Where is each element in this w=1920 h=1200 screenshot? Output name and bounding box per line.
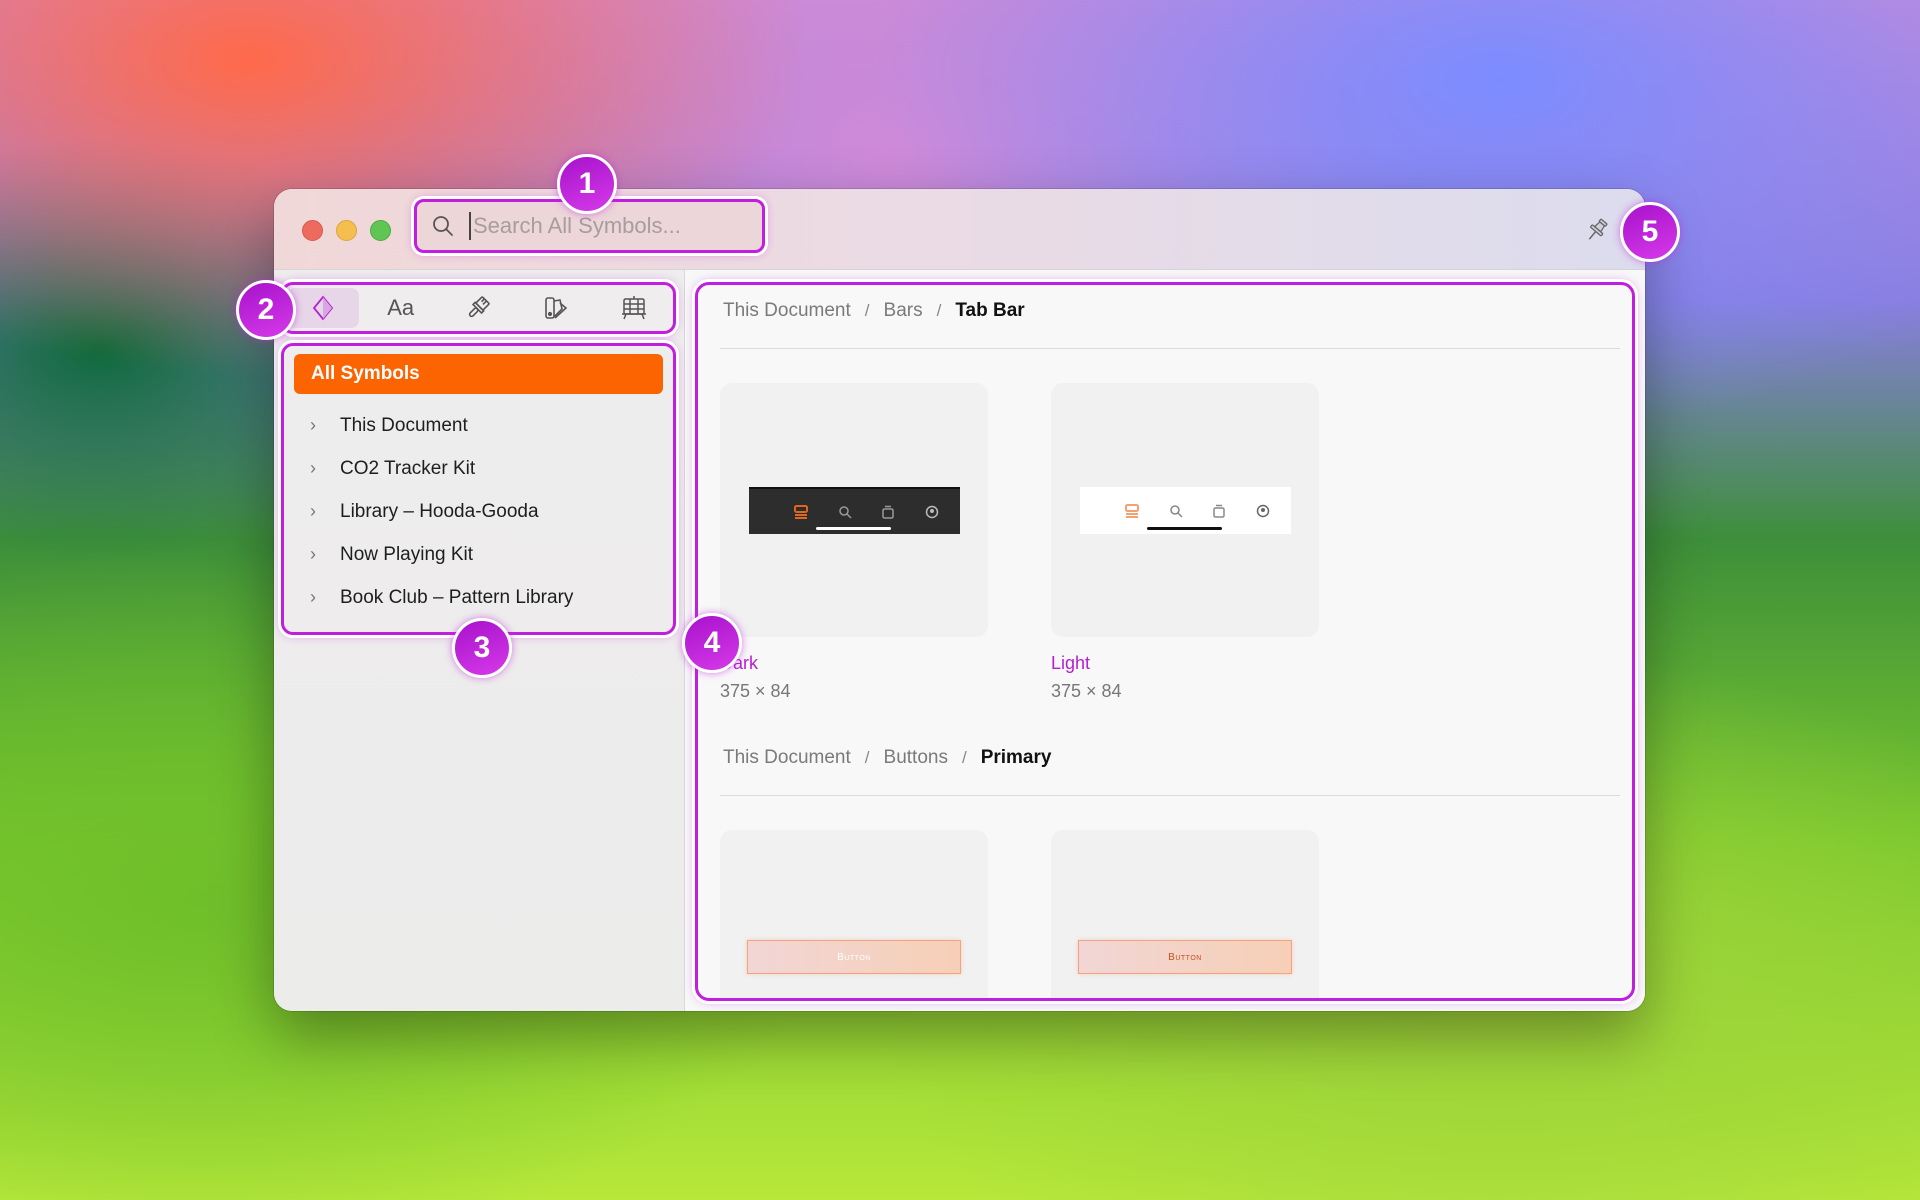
- tab-symbols[interactable]: [286, 288, 359, 328]
- titlebar: [274, 189, 1645, 270]
- library-item-label: Book Club – Pattern Library: [340, 586, 574, 608]
- close-button[interactable]: [302, 220, 323, 241]
- text-styles-icon: Aa: [387, 295, 415, 320]
- symbol-card-primary-button[interactable]: Button: [1051, 830, 1319, 998]
- chevron-right-icon[interactable]: ›: [310, 415, 324, 436]
- library-icon: [793, 504, 808, 519]
- store-icon: [882, 505, 895, 519]
- symbols-content: This Document / Bars / Tab Bar Dark 375 …: [685, 270, 1645, 1011]
- all-symbols-item[interactable]: All Symbols: [294, 354, 663, 394]
- breadcrumb-separator: /: [864, 748, 870, 767]
- search-icon: [1169, 504, 1183, 518]
- chevron-right-icon[interactable]: ›: [310, 501, 324, 522]
- library-icon: [1124, 503, 1139, 518]
- annotation-badge: 2: [236, 280, 296, 340]
- library-item[interactable]: › Library – Hooda-Gooda: [284, 490, 673, 533]
- breadcrumb-item[interactable]: Bars: [884, 300, 923, 322]
- breadcrumb-current: Primary: [980, 747, 1052, 768]
- annotation-badge: 4: [682, 613, 742, 673]
- breadcrumb-separator: /: [936, 301, 942, 320]
- breadcrumb-item[interactable]: This Document: [723, 747, 851, 769]
- home-indicator: [816, 527, 891, 530]
- diamond-icon: [312, 295, 334, 321]
- library-item[interactable]: › CO2 Tracker Kit: [284, 447, 673, 490]
- library-item[interactable]: › This Document: [284, 404, 673, 447]
- paintbrush-icon: [469, 296, 491, 318]
- library-item[interactable]: › Now Playing Kit: [284, 533, 673, 576]
- annotation-badge: 3: [452, 618, 512, 678]
- chevron-right-icon[interactable]: ›: [310, 587, 324, 608]
- search-icon: [838, 505, 852, 519]
- search-input[interactable]: [469, 212, 745, 240]
- library-item[interactable]: › Book Club – Pattern Library: [284, 576, 673, 619]
- artboard-icon: [622, 296, 647, 320]
- zoom-button[interactable]: [370, 220, 391, 241]
- swatches-icon: [545, 297, 568, 319]
- home-indicator: [1147, 527, 1222, 530]
- button-preview: Button: [747, 940, 961, 974]
- breadcrumb-current: Tab Bar: [955, 300, 1025, 321]
- annotation-badge: 5: [1620, 202, 1680, 262]
- profile-icon: [925, 505, 939, 518]
- annotation-badge: 1: [557, 154, 617, 214]
- pushpin-icon[interactable]: [1582, 215, 1612, 245]
- minimize-button[interactable]: [336, 220, 357, 241]
- symbol-name[interactable]: Light: [1051, 653, 1090, 674]
- library-tree: All Symbols › This Document › CO2 Tracker …: [281, 343, 676, 635]
- breadcrumb-item[interactable]: This Document: [723, 300, 851, 322]
- section-divider: [720, 348, 1620, 349]
- tab-bar-preview-dark: [749, 487, 960, 534]
- library-item-label: CO2 Tracker Kit: [340, 457, 476, 479]
- breadcrumb-separator: /: [961, 748, 967, 767]
- profile-icon: [1256, 504, 1270, 517]
- button-preview: Button: [1078, 940, 1292, 974]
- symbol-card-light[interactable]: [1051, 383, 1319, 637]
- symbol-card-primary-button[interactable]: Button: [720, 830, 988, 998]
- section-divider: [720, 795, 1620, 796]
- chevron-right-icon[interactable]: ›: [310, 458, 324, 479]
- symbol-dimensions: 375 × 84: [1051, 681, 1122, 701]
- breadcrumb-item[interactable]: Buttons: [884, 747, 948, 769]
- sidebar-icon-tabs: Aa: [281, 282, 676, 334]
- symbol-card-dark[interactable]: [720, 383, 988, 637]
- library-item-label: Now Playing Kit: [340, 543, 474, 565]
- tab-bar-preview-light: [1080, 487, 1291, 534]
- tab-layer-styles[interactable]: [442, 288, 514, 328]
- search-icon: [433, 216, 453, 236]
- library-item-label: Library – Hooda-Gooda: [340, 500, 539, 522]
- tab-color-variables[interactable]: [520, 288, 592, 328]
- tab-templates[interactable]: [598, 288, 670, 328]
- symbols-grid: This Document / Bars / Tab Bar Dark 375 …: [695, 282, 1635, 1001]
- breadcrumb: This Document / Bars / Tab Bar: [723, 298, 1025, 324]
- chevron-right-icon[interactable]: ›: [310, 544, 324, 565]
- store-icon: [1213, 504, 1226, 518]
- breadcrumb: This Document / Buttons / Primary: [723, 745, 1051, 771]
- library-item-label: This Document: [340, 414, 468, 436]
- breadcrumb-separator: /: [864, 301, 870, 320]
- tab-text-styles[interactable]: Aa: [365, 288, 437, 328]
- symbols-window: Aa All Symbols › This Document › CO2 Track…: [274, 189, 1645, 1011]
- symbol-dimensions: 375 × 84: [720, 681, 791, 701]
